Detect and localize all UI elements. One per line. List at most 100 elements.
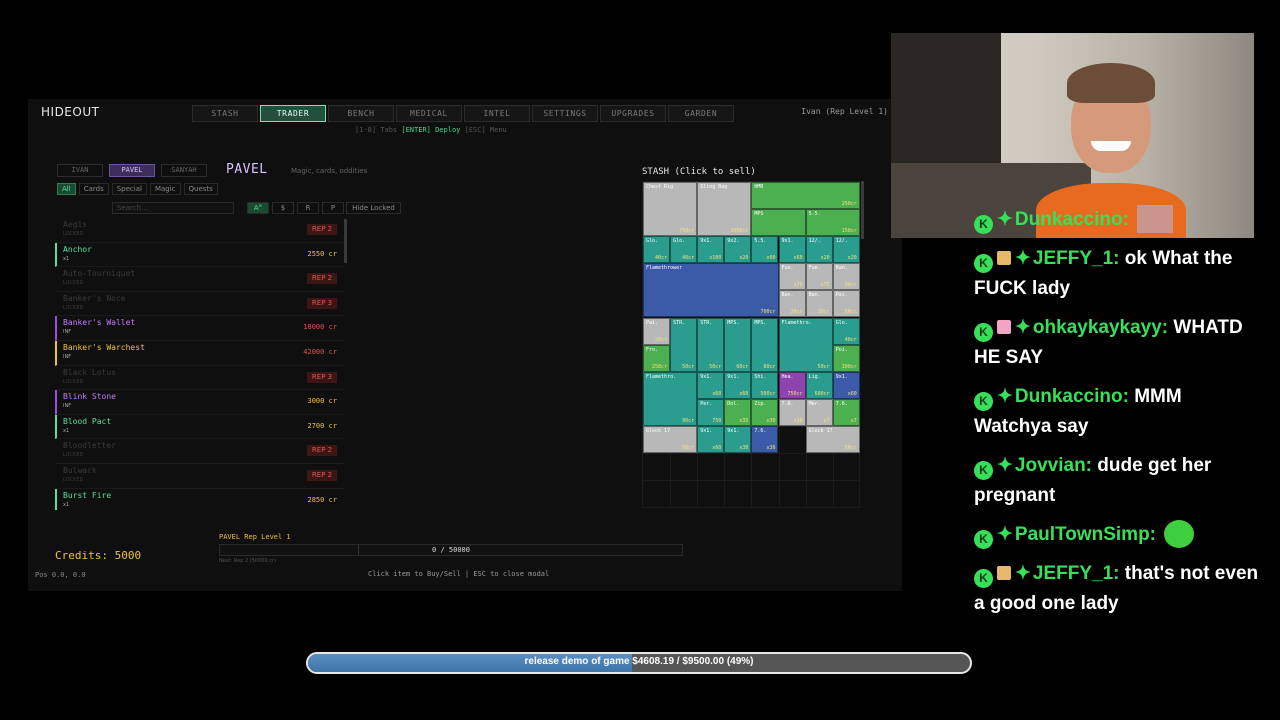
trader-tab-pavel[interactable]: PAVEL [109, 164, 155, 177]
stash-item[interactable]: Pai. 50cr [832, 290, 860, 318]
stash-item[interactable]: 7.6. x7 [832, 398, 860, 426]
stash-item[interactable]: 7.6. x36 [751, 425, 779, 453]
stash-item[interactable]: Shi. 500cr [751, 371, 779, 399]
stash-item[interactable]: STR. 50cr [670, 317, 698, 372]
stash-item[interactable]: Ban. 30cr [805, 290, 833, 318]
sort-button[interactable]: P [322, 202, 344, 214]
tab-bench[interactable]: BENCH [328, 105, 394, 122]
gift-badge-icon [997, 566, 1011, 580]
stash-item[interactable]: Fro. 250cr [643, 344, 671, 372]
stash-item-name: Hea. [781, 373, 794, 380]
stash-item[interactable]: Pai. 20cr [643, 317, 671, 345]
filter-magic[interactable]: Magic [149, 183, 181, 195]
stash-item[interactable]: HMR 250cr [751, 182, 860, 210]
rep-progress-bar: 0 / 50000 [219, 544, 683, 556]
search-input[interactable]: Search... [112, 202, 234, 214]
item-row[interactable]: Blood Pact x1 2700 cr [55, 414, 345, 440]
stash-item[interactable]: 9x2. x20 [724, 236, 752, 264]
stash-item[interactable]: 9x1. x60 [697, 425, 725, 453]
tab-intel[interactable]: INTEL [464, 105, 530, 122]
stash-item[interactable]: 9x1. x60 [832, 371, 860, 399]
item-row[interactable]: Bloodletter LOCKED REP 2 [55, 439, 345, 464]
stash-item[interactable]: Chest Rig 750cr [643, 182, 698, 237]
item-list-scrollbar[interactable] [344, 219, 347, 263]
stash-item[interactable]: Glo. 40cr [643, 236, 671, 264]
stash-item[interactable]: 5.5. x60 [751, 236, 779, 264]
stash-item[interactable]: Sling Bag 1000cr [697, 182, 752, 237]
sort-button[interactable]: R [297, 202, 319, 214]
stash-item[interactable]: 9x1. x100 [697, 236, 725, 264]
item-row[interactable]: Banker's Noce LOCKED REP 3 [55, 292, 345, 317]
sort-button[interactable]: A° [247, 202, 269, 214]
stash-item[interactable]: MPS. 60cr [751, 317, 779, 372]
stash-item[interactable]: Flamethro. 90cr [643, 371, 698, 426]
tab-upgrades[interactable]: UPGRADES [600, 105, 666, 122]
stash-item[interactable]: 9x1. x60 [697, 371, 725, 399]
stash-item-name: STR. [673, 319, 686, 326]
stash-item[interactable]: 7.6. x30 [778, 398, 806, 426]
stash-item[interactable]: Per. 750 [697, 398, 725, 426]
hide-locked-button[interactable]: Hide Locked [346, 202, 401, 214]
stash-item[interactable]: Zip. x30 [751, 398, 779, 426]
item-quantity: INF [63, 353, 72, 360]
stash-scrollbar[interactable] [861, 181, 864, 239]
stash-item[interactable]: STR. 50cr [697, 317, 725, 372]
stash-item[interactable]: Glo. 40cr [670, 236, 698, 264]
item-row[interactable]: Banker's Wallet INF 18000 cr [55, 316, 345, 341]
stash-item[interactable]: Lig. 600cr [805, 371, 833, 399]
stash-item[interactable]: 9x1. x60 [724, 371, 752, 399]
stash-item-name: Flamethrower [646, 265, 683, 272]
stash-item[interactable]: Glock 17 50cr [805, 425, 860, 453]
stash-item[interactable]: Flamethro. 50cr [778, 317, 833, 372]
stash-item[interactable]: Glo. 40cr [832, 317, 860, 345]
stash-item[interactable]: 12/. x20 [805, 236, 833, 264]
trader-tab-ivan[interactable]: IVAN [57, 164, 103, 177]
stash-item[interactable]: 9x1. x60 [778, 236, 806, 264]
stash-item[interactable]: 9x1. x30 [724, 425, 752, 453]
filter-cards[interactable]: Cards [78, 183, 109, 195]
stash-item-price: x60 [847, 390, 857, 397]
filter-special[interactable]: Special [111, 183, 147, 195]
stash-item-name: Flamethro. [646, 373, 677, 380]
stash-item-price: x36 [766, 444, 776, 451]
stash-item[interactable]: MPS. 60cr [724, 317, 752, 372]
stash-item-name: 9x1. [781, 238, 794, 245]
tab-settings[interactable]: SETTINGS [532, 105, 598, 122]
tab-trader[interactable]: TRADER [260, 105, 326, 122]
tab-stash[interactable]: STASH [192, 105, 258, 122]
item-row[interactable]: Bulwark LOCKED REP 2 [55, 464, 345, 489]
tab-garden[interactable]: GARDEN [668, 105, 734, 122]
filter-quests[interactable]: Quests [183, 183, 218, 195]
stash-item-price: 40cr [655, 255, 668, 262]
kick-badge-icon: K [974, 215, 993, 234]
stash-item[interactable]: 12/. x20 [832, 236, 860, 264]
item-row[interactable]: Aegis LOCKED REP 2 [55, 218, 345, 243]
stash-item-price: 750cr [787, 390, 803, 397]
stash-item-name: Shi. [754, 373, 767, 380]
stash-item[interactable]: Fue. x75 [778, 263, 806, 291]
item-row[interactable]: Auto-Tourniquet LOCKED REP 2 [55, 267, 345, 292]
stash-item[interactable]: 5.5. 150cr [805, 209, 860, 237]
item-row[interactable]: Blink Stone INF 3000 cr [55, 390, 345, 415]
filter-all[interactable]: All [57, 183, 76, 195]
tab-medical[interactable]: MEDICAL [396, 105, 462, 122]
stash-item[interactable]: Flamethrower 700cr [643, 263, 779, 318]
item-row[interactable]: Burst Fire x1 2850 cr [55, 488, 345, 510]
stash-item[interactable]: MPS [751, 209, 806, 237]
sort-button[interactable]: $ [272, 202, 294, 214]
item-row[interactable]: Black Lotus LOCKED REP 3 [55, 366, 345, 391]
kick-badge-icon: K [974, 461, 993, 480]
stash-item[interactable]: Ban. 30cr [832, 263, 860, 291]
stash-item-price: 700cr [760, 309, 776, 316]
item-row[interactable]: Anchor x1 2550 cr [55, 242, 345, 268]
stash-item[interactable]: Poi. 300cr [832, 344, 860, 372]
stash-item-price: x30 [766, 417, 776, 424]
item-row[interactable]: Banker's Warchest INF 42000 cr [55, 340, 345, 366]
stash-item[interactable]: Fue. x75 [805, 263, 833, 291]
stash-item[interactable]: Mer. x7 [805, 398, 833, 426]
stash-item[interactable]: Hea. 750cr [778, 371, 806, 399]
stash-item[interactable]: Ban. 30cr [778, 290, 806, 318]
stash-item[interactable]: Dol. x35 [724, 398, 752, 426]
stash-item[interactable]: Glock 17 50cr [643, 425, 698, 453]
trader-tab-sanyah[interactable]: SANYAH [161, 164, 207, 177]
